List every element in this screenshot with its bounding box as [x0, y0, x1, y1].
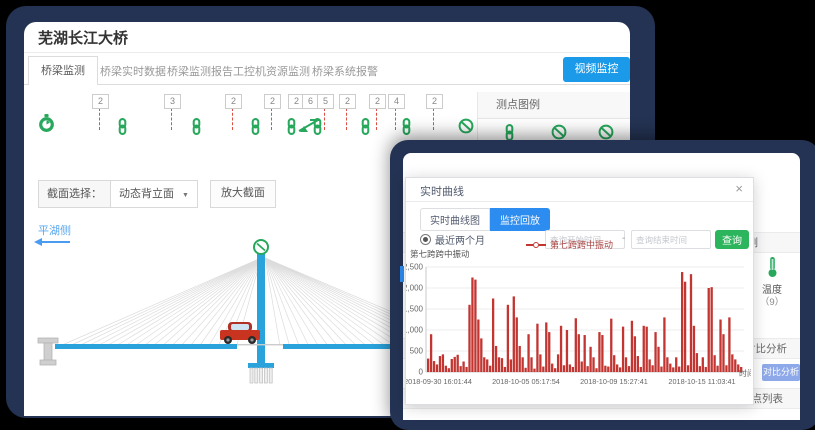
link-icon[interactable]	[400, 118, 413, 135]
svg-text:时间: 时间	[739, 368, 751, 378]
close-icon[interactable]: ×	[735, 181, 743, 196]
link-icon[interactable]	[116, 118, 129, 135]
sensor-dash-line	[433, 108, 434, 130]
tab-monitor-report[interactable]: 桥梁监测报告	[167, 63, 233, 79]
recent-two-months-radio[interactable]	[420, 234, 431, 245]
tab-ipc-resource[interactable]: 工控机资源监测	[233, 63, 310, 79]
link-icon[interactable]	[359, 118, 372, 135]
bridge-deck	[55, 344, 237, 349]
stopwatch-icon[interactable]	[38, 114, 55, 133]
svg-text:0: 0	[419, 368, 424, 377]
sensor-dash-line	[171, 108, 172, 130]
tab-system-alarm[interactable]: 桥梁系统报警	[312, 63, 378, 79]
sensor-dash-line	[324, 108, 325, 130]
realtime-curve-modal: 实时曲线 × 实时曲线图 监控回放 最近两个月 - 查询 第七跨跨中振动 第七跨…	[405, 177, 754, 405]
link-icon[interactable]	[190, 118, 203, 135]
sensor-dash-line	[376, 108, 377, 130]
sensor-count-badge[interactable]: 2	[339, 94, 356, 109]
modal-tabs: 实时曲线图 监控回放	[420, 208, 550, 231]
tabbar-border	[24, 84, 630, 85]
bridge-tower	[257, 252, 265, 364]
svg-text:2018-09-30 16:01:44: 2018-09-30 16:01:44	[406, 377, 472, 386]
svg-text:2018-10-05 05:17:54: 2018-10-05 05:17:54	[492, 377, 560, 386]
svg-text:500: 500	[410, 347, 424, 356]
link-icon[interactable]	[285, 118, 298, 135]
compare-analysis-button[interactable]: 对比分析	[762, 364, 800, 381]
sensor-dash-line	[395, 108, 396, 130]
svg-text:2,500: 2,500	[406, 263, 424, 272]
range-separator: -	[622, 233, 625, 244]
query-end-time-input[interactable]	[631, 230, 711, 249]
scroll-thumb[interactable]	[400, 266, 404, 282]
prohibit-icon[interactable]	[458, 118, 474, 134]
svg-text:1,500: 1,500	[406, 305, 424, 314]
thermometer-icon	[765, 256, 780, 278]
sensor-count-badge[interactable]: 3	[164, 94, 181, 109]
bridge-pier	[38, 338, 58, 365]
section-select[interactable]: 动态背立面▼	[111, 181, 197, 207]
recent-two-months-label: 最近两个月	[435, 232, 485, 247]
page-title: 芜湖长江大桥	[38, 27, 128, 48]
svg-text:1,000: 1,000	[406, 326, 424, 335]
video-monitor-button[interactable]: 视频监控	[563, 57, 630, 82]
section-select-label: 截面选择：	[39, 181, 111, 207]
temperature-count: （9）	[756, 294, 788, 308]
legend-series-label: 第七跨跨中振动	[550, 238, 613, 251]
tab-monitor-playback[interactable]: 监控回放	[490, 208, 550, 231]
sensor-count-badge[interactable]: 2	[225, 94, 242, 109]
link-icon[interactable]	[249, 118, 262, 135]
sensor-count-badge[interactable]: 4	[388, 94, 405, 109]
svg-text:2,000: 2,000	[406, 284, 424, 293]
svg-text:2018-10-09 15:27:41: 2018-10-09 15:27:41	[580, 377, 648, 386]
bridge-diagram	[24, 236, 390, 406]
sensor-dash-line	[99, 108, 100, 130]
section-select-box: 截面选择： 动态背立面▼	[38, 180, 198, 208]
modal-title: 实时曲线	[420, 183, 464, 199]
sensor-count-badge[interactable]: 2	[92, 94, 109, 109]
legend-line-icon	[539, 244, 546, 246]
link-icon[interactable]	[311, 118, 324, 135]
vibration-chart: 2,500 2,000 1,500 1,000 500 02018-09-30 16:01…	[406, 257, 751, 389]
tab-realtime-data[interactable]: 桥梁实时数据	[100, 63, 166, 79]
prohibit-icon[interactable]	[551, 124, 567, 140]
sensor-count-badge[interactable]: 2	[426, 94, 443, 109]
screen: { "colors": { "accent_blue": "#1b9aea", …	[0, 0, 815, 420]
section-toolbar: 截面选择： 动态背立面▼ 放大截面	[38, 180, 276, 208]
car	[220, 322, 260, 344]
chart-legend[interactable]: 第七跨跨中振动	[526, 238, 613, 251]
title-divider	[24, 52, 630, 53]
tab-bridge-monitor[interactable]: 桥梁监测	[28, 56, 98, 85]
prohibit-icon[interactable]	[598, 124, 614, 140]
query-button[interactable]: 查询	[715, 230, 749, 249]
sensor-dash-line	[271, 108, 272, 130]
sensor-count-badge[interactable]: 2	[369, 94, 386, 109]
legend-line-icon	[526, 244, 533, 246]
sensor-dash-line	[232, 108, 233, 130]
modal-header: 实时曲线 ×	[406, 178, 753, 202]
sensor-dash-line	[346, 108, 347, 130]
svg-text:2018-10-15 11:03:41: 2018-10-15 11:03:41	[668, 377, 735, 386]
tab-realtime-curve[interactable]: 实时曲线图	[420, 208, 490, 231]
sensor-count-badge[interactable]: 2	[264, 94, 281, 109]
link-icon[interactable]	[503, 124, 516, 141]
chevron-down-icon: ▼	[182, 192, 189, 199]
sensor-count-badge[interactable]: 5	[317, 94, 334, 109]
legend-panel-title: 测点图例	[478, 92, 630, 119]
enlarge-section-button[interactable]: 放大截面	[210, 180, 276, 208]
